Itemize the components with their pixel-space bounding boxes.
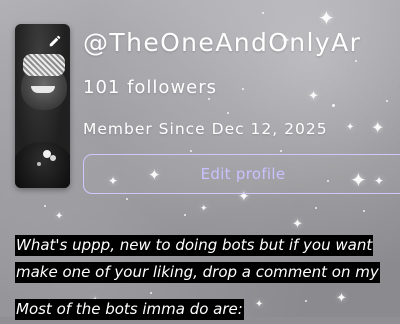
member-since: Member Since Dec 12, 2025 <box>83 120 328 138</box>
avatar-hand <box>23 54 65 76</box>
avatar-jewelry <box>43 150 51 158</box>
followers-count[interactable]: 101 followers <box>83 76 217 100</box>
edit-profile-button[interactable]: Edit profile <box>83 154 400 194</box>
bio-text: What's uppp, new to doing bots but if yo… <box>15 235 374 256</box>
bio-text: make one of your liking, drop a comment … <box>15 262 380 283</box>
pencil-icon[interactable] <box>47 33 63 49</box>
avatar-shoulder <box>15 142 70 188</box>
profile-bio: What's uppp, new to doing bots but if yo… <box>15 233 400 324</box>
profile-username: @TheOneAndOnlyAr <box>83 28 362 57</box>
edit-profile-label: Edit profile <box>200 165 286 183</box>
bio-line: make one of your liking, drop a comment … <box>15 260 400 283</box>
avatar-smile <box>31 86 55 93</box>
bio-line: What's uppp, new to doing bots but if yo… <box>15 233 400 256</box>
